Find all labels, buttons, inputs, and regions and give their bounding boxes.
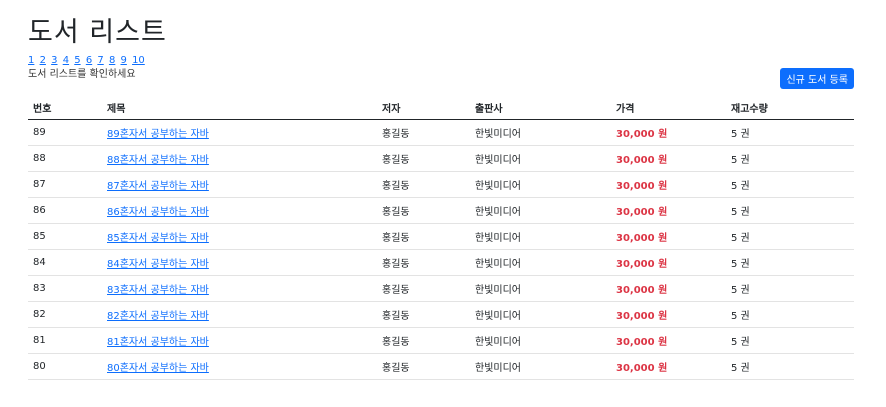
book-title-link[interactable]: 89혼자서 공부하는 자바 (107, 129, 209, 140)
cell-publisher: 한빛미디어 (470, 327, 611, 354)
cell-publisher: 한빛미디어 (470, 171, 611, 198)
cell-author: 홍길동 (377, 223, 470, 250)
header-stock: 재고수량 (726, 95, 854, 120)
table-row: 88 88혼자서 공부하는 자바 홍길동 한빛미디어 30,000 원 5 권 (28, 145, 854, 172)
cell-number: 81 (28, 327, 102, 354)
cell-price: 30,000 원 (611, 197, 726, 224)
book-table: 번호 제목 저자 출판사 가격 재고수량 89 89혼자서 공부하는 자바 홍길… (28, 95, 854, 380)
cell-author: 홍길동 (377, 353, 470, 380)
book-title-link[interactable]: 87혼자서 공부하는 자바 (107, 181, 209, 192)
cell-number: 86 (28, 197, 102, 224)
cell-stock: 5 권 (726, 249, 854, 276)
cell-stock: 5 권 (726, 197, 854, 224)
cell-price: 30,000 원 (611, 353, 726, 380)
book-title-link[interactable]: 88혼자서 공부하는 자바 (107, 155, 209, 166)
table-row: 89 89혼자서 공부하는 자바 홍길동 한빛미디어 30,000 원 5 권 (28, 119, 854, 146)
new-book-button[interactable]: 신규 도서 등록 (780, 68, 854, 89)
cell-price: 30,000 원 (611, 119, 726, 146)
page-link-2[interactable]: 2 (40, 55, 46, 66)
cell-number: 82 (28, 301, 102, 328)
cell-stock: 5 권 (726, 301, 854, 328)
cell-stock: 5 권 (726, 119, 854, 146)
book-title-link[interactable]: 86혼자서 공부하는 자바 (107, 207, 209, 218)
page-title: 도서 리스트 (28, 17, 167, 48)
cell-stock: 5 권 (726, 171, 854, 198)
cell-price: 30,000 원 (611, 249, 726, 276)
cell-publisher: 한빛미디어 (470, 249, 611, 276)
table-row: 87 87혼자서 공부하는 자바 홍길동 한빛미디어 30,000 원 5 권 (28, 171, 854, 198)
book-title-link[interactable]: 82혼자서 공부하는 자바 (107, 311, 209, 322)
cell-stock: 5 권 (726, 327, 854, 354)
pagination: 1 2 3 4 5 6 7 8 9 10 (28, 55, 147, 67)
cell-number: 89 (28, 119, 102, 146)
cell-number: 84 (28, 249, 102, 276)
cell-stock: 5 권 (726, 275, 854, 302)
cell-stock: 5 권 (726, 353, 854, 380)
table-row: 81 81혼자서 공부하는 자바 홍길동 한빛미디어 30,000 원 5 권 (28, 327, 854, 354)
page-link-3[interactable]: 3 (51, 55, 57, 66)
cell-author: 홍길동 (377, 327, 470, 354)
cell-publisher: 한빛미디어 (470, 145, 611, 172)
cell-stock: 5 권 (726, 223, 854, 250)
table-row: 85 85혼자서 공부하는 자바 홍길동 한빛미디어 30,000 원 5 권 (28, 223, 854, 250)
cell-price: 30,000 원 (611, 223, 726, 250)
table-row: 86 86혼자서 공부하는 자바 홍길동 한빛미디어 30,000 원 5 권 (28, 197, 854, 224)
cell-author: 홍길동 (377, 119, 470, 146)
cell-stock: 5 권 (726, 145, 854, 172)
cell-number: 87 (28, 171, 102, 198)
book-title-link[interactable]: 81혼자서 공부하는 자바 (107, 337, 209, 348)
header-author: 저자 (377, 95, 470, 120)
book-title-link[interactable]: 84혼자서 공부하는 자바 (107, 259, 209, 270)
cell-publisher: 한빛미디어 (470, 275, 611, 302)
header-publisher: 출판사 (470, 95, 611, 120)
cell-publisher: 한빛미디어 (470, 353, 611, 380)
header-price: 가격 (611, 95, 726, 120)
header-number: 번호 (28, 95, 102, 120)
cell-author: 홍길동 (377, 301, 470, 328)
book-title-link[interactable]: 80혼자서 공부하는 자바 (107, 363, 209, 374)
cell-publisher: 한빛미디어 (470, 223, 611, 250)
cell-author: 홍길동 (377, 145, 470, 172)
table-row: 84 84혼자서 공부하는 자바 홍길동 한빛미디어 30,000 원 5 권 (28, 249, 854, 276)
page-link-8[interactable]: 8 (109, 55, 115, 66)
page-link-5[interactable]: 5 (74, 55, 80, 66)
table-row: 82 82혼자서 공부하는 자바 홍길동 한빛미디어 30,000 원 5 권 (28, 301, 854, 328)
page-link-4[interactable]: 4 (63, 55, 69, 66)
cell-number: 80 (28, 353, 102, 380)
cell-author: 홍길동 (377, 171, 470, 198)
cell-price: 30,000 원 (611, 171, 726, 198)
cell-price: 30,000 원 (611, 327, 726, 354)
page-link-6[interactable]: 6 (86, 55, 92, 66)
cell-publisher: 한빛미디어 (470, 197, 611, 224)
cell-number: 85 (28, 223, 102, 250)
header-title: 제목 (102, 95, 377, 120)
cell-price: 30,000 원 (611, 275, 726, 302)
table-row: 80 80혼자서 공부하는 자바 홍길동 한빛미디어 30,000 원 5 권 (28, 353, 854, 380)
page-link-7[interactable]: 7 (97, 55, 103, 66)
page-link-10[interactable]: 10 (132, 55, 145, 66)
cell-publisher: 한빛미디어 (470, 119, 611, 146)
cell-number: 88 (28, 145, 102, 172)
cell-number: 83 (28, 275, 102, 302)
page-link-1[interactable]: 1 (28, 55, 34, 66)
page-link-9[interactable]: 9 (121, 55, 127, 66)
table-row: 83 83혼자서 공부하는 자바 홍길동 한빛미디어 30,000 원 5 권 (28, 275, 854, 302)
cell-author: 홍길동 (377, 197, 470, 224)
cell-price: 30,000 원 (611, 145, 726, 172)
cell-author: 홍길동 (377, 275, 470, 302)
table-header-row: 번호 제목 저자 출판사 가격 재고수량 (28, 95, 854, 120)
cell-publisher: 한빛미디어 (470, 301, 611, 328)
page-subtitle: 도서 리스트를 확인하세요 (28, 69, 136, 80)
book-title-link[interactable]: 85혼자서 공부하는 자바 (107, 233, 209, 244)
cell-author: 홍길동 (377, 249, 470, 276)
cell-price: 30,000 원 (611, 301, 726, 328)
book-title-link[interactable]: 83혼자서 공부하는 자바 (107, 285, 209, 296)
